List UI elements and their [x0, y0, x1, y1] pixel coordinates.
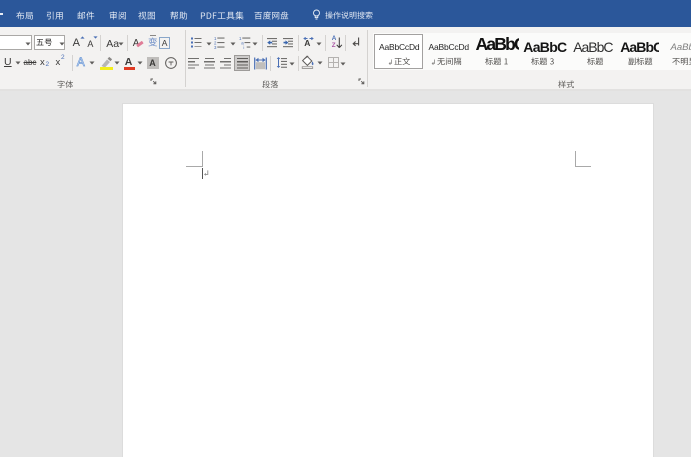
svg-text:3: 3 — [214, 45, 217, 49]
svg-text:i: i — [244, 45, 245, 49]
